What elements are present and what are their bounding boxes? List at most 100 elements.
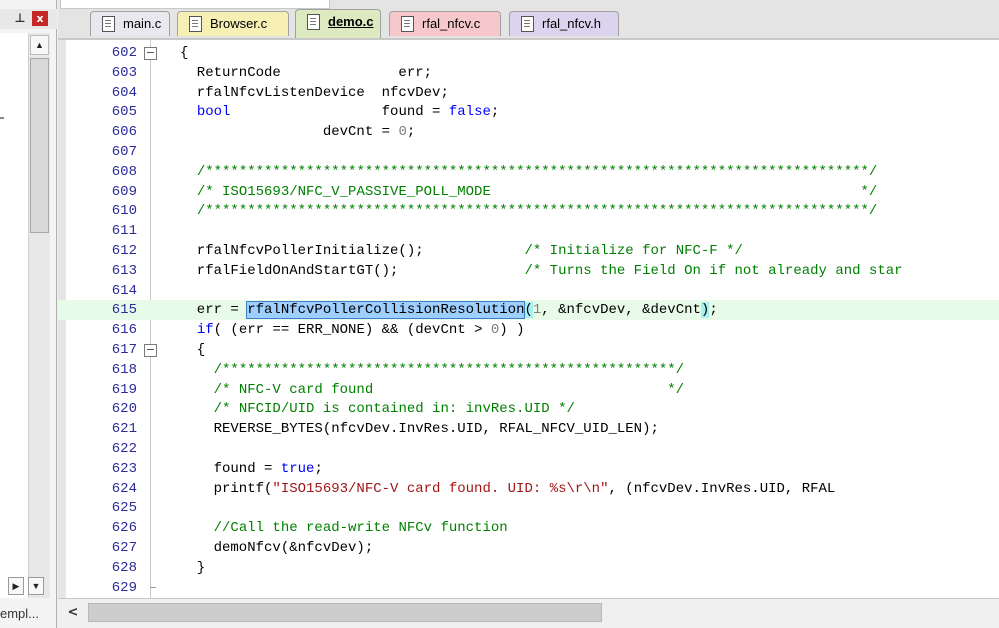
line-number: 602	[111, 45, 137, 61]
close-icon[interactable]: x	[32, 11, 48, 26]
code-editor[interactable]: 602−{603 ReturnCode err; 604 rfalNfcvList…	[58, 38, 999, 598]
line-number: 608	[111, 163, 137, 180]
code-line[interactable]: 627 demoNfcv(&nfcvDev);	[58, 538, 999, 558]
file-icon	[521, 16, 534, 32]
line-number: 607	[111, 144, 137, 160]
line-number: 615	[111, 302, 137, 319]
code-text: found = true;	[180, 460, 323, 477]
code-line[interactable]: 623 found = true;	[58, 459, 999, 479]
line-number: 625	[111, 500, 137, 517]
code-line[interactable]: 612 rfalNfcvPollerInitialize(); /* Initi…	[58, 241, 999, 261]
code-text: /* ISO15693/NFC_V_PASSIVE_POLL_MODE */	[196, 183, 878, 200]
code-text: devCnt = 0;	[180, 124, 416, 141]
left-panel-header	[0, 9, 57, 29]
code-line[interactable]: 604 rfalNfcvListenDevice nfcvDev;	[58, 83, 999, 103]
editor-hscrollbar[interactable]: <	[58, 598, 999, 628]
line-number: 620	[111, 401, 137, 418]
line-number: 617	[111, 342, 137, 358]
line-number: 603	[111, 64, 137, 81]
code-line[interactable]: 609 /* ISO15693/NFC_V_PASSIVE_POLL_MODE …	[58, 182, 999, 202]
code-line[interactable]: 624 printf("ISO15693/NFC-V card found. U…	[58, 479, 999, 499]
scroll-down-icon[interactable]: ▼	[28, 577, 44, 595]
line-number: 605	[111, 104, 137, 121]
fold-toggle-icon[interactable]: −	[144, 47, 157, 60]
scroll-thumb[interactable]	[30, 58, 49, 233]
code-text: {	[180, 342, 206, 358]
scroll-left-icon[interactable]: <	[64, 603, 82, 623]
code-line[interactable]: 628 }	[58, 558, 999, 578]
tab-label: rfal_nfcv.h	[542, 16, 602, 31]
code-line[interactable]: 619 /* NFC-V card found */	[58, 380, 999, 400]
tab-browser-c[interactable]: Browser.c	[177, 11, 289, 36]
tab-rfal-nfcv-c[interactable]: rfal_nfcv.c	[389, 11, 501, 36]
line-number: 619	[111, 381, 137, 398]
line-number: 613	[111, 262, 137, 279]
line-number: 624	[111, 480, 137, 497]
code-line[interactable]: 617− {	[58, 340, 999, 360]
fold-end-marker	[150, 586, 156, 588]
line-number: 626	[111, 520, 137, 537]
left-panel-vscrollbar[interactable]: ▲	[28, 33, 50, 598]
code-text: err = rfalNfcvPollerCollisionResolution(…	[180, 301, 718, 320]
line-number: 628	[111, 559, 137, 576]
code-text: if( (err == ERR_NONE) && (devCnt > 0) )	[196, 322, 525, 339]
tab-rfal-nfcv-h[interactable]: rfal_nfcv.h	[509, 11, 619, 36]
code-line[interactable]: 614	[58, 281, 999, 301]
code-text: //Call the read-write NFCv function	[213, 520, 508, 537]
pin-icon[interactable]: ⊥	[13, 11, 27, 25]
line-number: 611	[111, 223, 137, 240]
code-text: printf("ISO15693/NFC-V card found. UID: …	[180, 480, 836, 497]
tab-label: Browser.c	[210, 16, 268, 31]
code-text: demoNfcv(&nfcvDev);	[180, 540, 374, 556]
code-text: rfalNfcvListenDevice nfcvDev;	[180, 84, 449, 101]
hscroll-thumb[interactable]	[88, 603, 602, 622]
code-line[interactable]: 622	[58, 439, 999, 459]
code-text: bool found = false;	[196, 104, 500, 121]
code-text: rfalFieldOnAndStartGT(); /* Turns the Fi…	[180, 262, 903, 279]
line-number: 621	[111, 421, 137, 438]
code-line[interactable]: 602− {	[58, 43, 999, 63]
left-panel: ⊥ x ▲ ▶ ▼ empl...	[0, 0, 57, 628]
code-line[interactable]: 620 /* NFCID/UID is contained in: invRes…	[58, 399, 999, 419]
tab-label: main.c	[123, 16, 162, 31]
fold-toggle-icon[interactable]: −	[144, 344, 157, 357]
code-line[interactable]: 603 ReturnCode err;	[58, 63, 999, 83]
code-line[interactable]: 611	[58, 221, 999, 241]
file-icon	[401, 16, 414, 32]
code-line[interactable]: 615 err = rfalNfcvPollerCollisionResolut…	[58, 300, 999, 321]
code-line[interactable]: 613 rfalFieldOnAndStartGT(); /* Turns th…	[58, 261, 999, 281]
panel-tab-label[interactable]: empl...	[0, 604, 57, 624]
code-line[interactable]: 608 /***********************************…	[58, 162, 999, 182]
code-text: REVERSE_BYTES(nfcvDev.InvRes.UID, RFAL_N…	[180, 421, 659, 438]
line-number: 629	[111, 579, 137, 596]
line-number: 614	[111, 282, 137, 299]
code-text: ReturnCode err;	[180, 64, 433, 81]
scroll-up-icon[interactable]: ▲	[30, 35, 49, 55]
scroll-right-icon[interactable]: ▶	[8, 577, 24, 595]
toolbar-strip	[60, 0, 330, 9]
code-line[interactable]: 605 bool found = false;	[58, 102, 999, 122]
line-number: 604	[111, 84, 137, 101]
line-number: 609	[111, 183, 137, 200]
code-line[interactable]: 610 /***********************************…	[58, 201, 999, 221]
tree-tick	[0, 117, 4, 119]
tab-label: demo.c	[328, 14, 374, 29]
code-line[interactable]: 621 REVERSE_BYTES(nfcvDev.InvRes.UID, RF…	[58, 419, 999, 439]
file-icon	[307, 14, 320, 30]
file-icon	[189, 16, 202, 32]
code-line[interactable]: 618 /***********************************…	[58, 360, 999, 380]
code-line[interactable]: 606 devCnt = 0;	[58, 122, 999, 142]
left-panel-scroll-buttons: ▶ ▼	[0, 577, 57, 597]
code-line[interactable]: 616 if( (err == ERR_NONE) && (devCnt > 0…	[58, 320, 999, 340]
code-text: }	[180, 559, 206, 576]
code-line[interactable]: 607	[58, 142, 999, 162]
tab-main-c[interactable]: main.c	[90, 11, 170, 36]
code-line[interactable]: 626 //Call the read-write NFCv function	[58, 518, 999, 538]
code-line[interactable]: 629	[58, 578, 999, 598]
tab-demo-c[interactable]: demo.c	[295, 9, 381, 38]
line-number: 623	[111, 460, 137, 477]
code-text: /* NFC-V card found */	[213, 381, 685, 398]
code-line[interactable]: 625	[58, 498, 999, 518]
line-number: 627	[111, 540, 137, 556]
line-number: 606	[111, 124, 137, 141]
